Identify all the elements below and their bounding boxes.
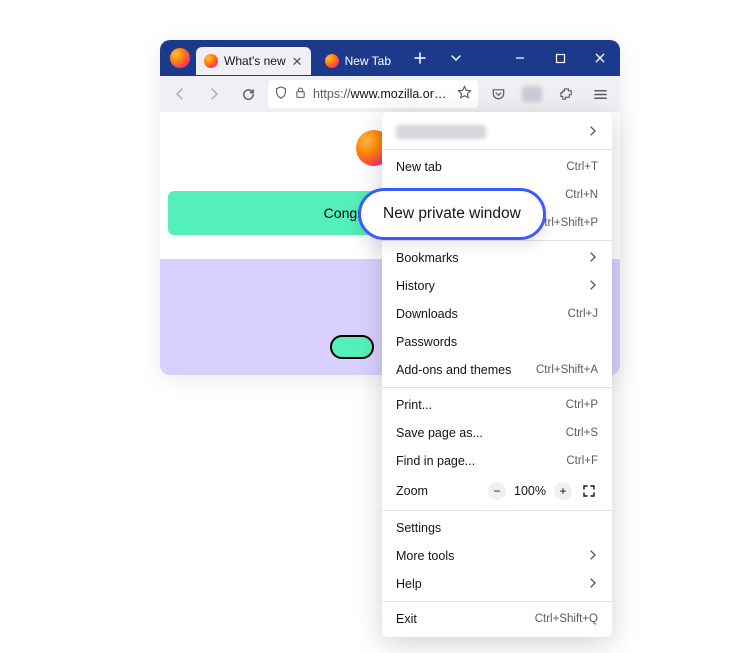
zoom-out-button[interactable]: − [488,482,506,500]
menu-item-settings[interactable]: Settings [382,514,612,542]
chevron-right-icon [588,251,598,265]
menu-item-help[interactable]: Help [382,570,612,598]
firefox-icon [170,48,190,68]
tabs-dropdown-button[interactable] [441,43,471,73]
menu-separator [382,601,612,602]
menu-item-history[interactable]: History [382,272,612,300]
menu-item-addons[interactable]: Add-ons and themes Ctrl+Shift+A [382,356,612,384]
menu-item-downloads[interactable]: Downloads Ctrl+J [382,300,612,328]
chevron-right-icon [588,279,598,293]
reload-button[interactable] [234,80,262,108]
titlebar: What's new ✕ New Tab [160,40,620,76]
zoom-in-button[interactable]: + [554,482,572,500]
menu-separator [382,240,612,241]
extensions-button[interactable] [552,80,580,108]
menu-item-more-tools[interactable]: More tools [382,542,612,570]
close-icon[interactable]: ✕ [292,55,303,68]
menu-item-account[interactable] [382,118,612,146]
chevron-right-icon [588,577,598,591]
maximize-button[interactable] [540,40,580,76]
new-tab-button[interactable] [405,43,435,73]
window-controls [500,40,620,76]
tab-whats-new[interactable]: What's new ✕ [196,47,311,75]
menu-item-passwords[interactable]: Passwords [382,328,612,356]
chevron-right-icon [588,549,598,563]
firefox-icon [325,54,339,68]
url-text: https://www.mozilla.org/en-US/fire [313,87,451,101]
close-button[interactable] [580,40,620,76]
tab-label: What's new [224,54,286,68]
tab-label: New Tab [345,54,391,68]
menu-item-find-in-page[interactable]: Find in page... Ctrl+F [382,447,612,475]
fullscreen-button[interactable] [580,482,598,500]
zoom-level: 100% [514,484,546,498]
firefox-icon [204,54,218,68]
app-menu-button[interactable] [586,80,614,108]
menu-item-save-page-as[interactable]: Save page as... Ctrl+S [382,419,612,447]
chevron-right-icon [588,125,598,139]
account-name-blurred [396,125,486,139]
menu-item-zoom: Zoom − 100% + [382,475,612,507]
menu-item-new-tab[interactable]: New tab Ctrl+T [382,153,612,181]
tab-new-tab[interactable]: New Tab [317,47,399,75]
pocket-button[interactable] [484,80,512,108]
menu-separator [382,387,612,388]
menu-separator [382,510,612,511]
url-bar[interactable]: https://www.mozilla.org/en-US/fire [268,80,478,108]
callout-new-private-window: New private window [358,188,546,240]
shield-icon[interactable] [274,86,288,103]
menu-separator [382,149,612,150]
lock-icon[interactable] [294,86,307,102]
account-button[interactable] [518,80,546,108]
back-button[interactable] [166,80,194,108]
menu-item-bookmarks[interactable]: Bookmarks [382,244,612,272]
cta-button[interactable] [330,335,374,359]
menu-item-exit[interactable]: Exit Ctrl+Shift+Q [382,605,612,633]
toolbar: https://www.mozilla.org/en-US/fire [160,76,620,112]
forward-button[interactable] [200,80,228,108]
star-icon[interactable] [457,85,472,103]
menu-item-print[interactable]: Print... Ctrl+P [382,391,612,419]
minimize-button[interactable] [500,40,540,76]
